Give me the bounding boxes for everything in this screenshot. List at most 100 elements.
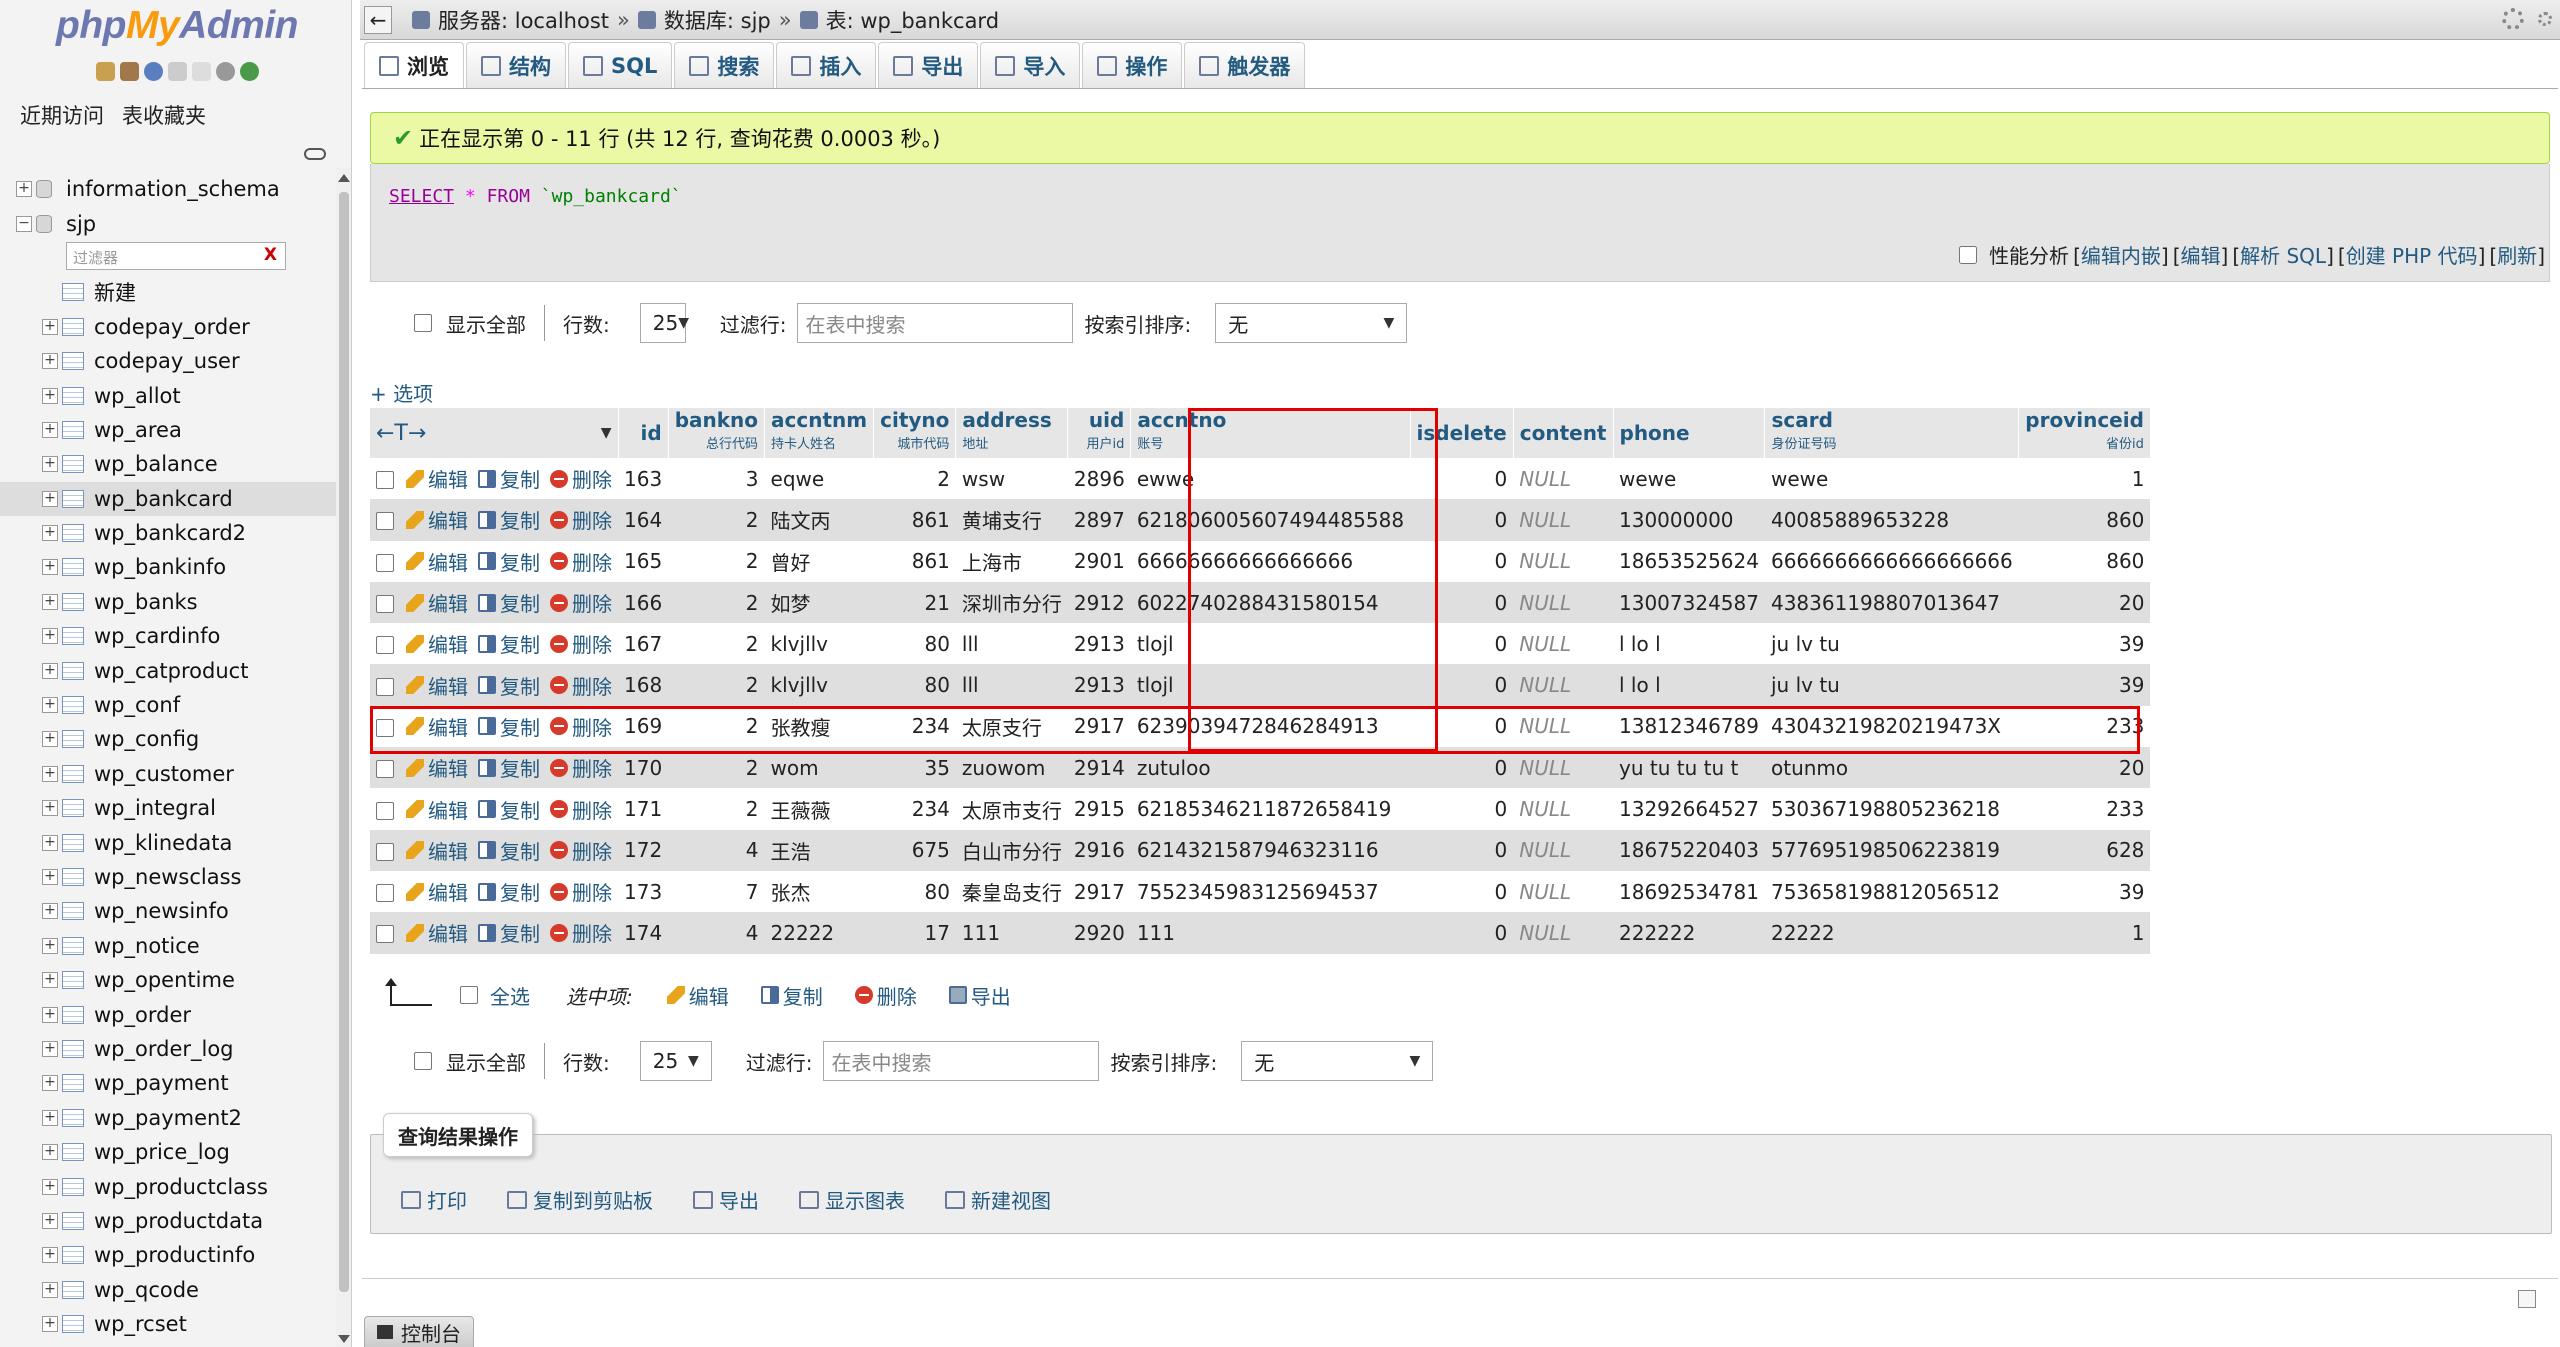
cell-uid[interactable]: 2915 — [1067, 788, 1131, 830]
cell-address[interactable]: lll — [955, 664, 1068, 706]
cell-address[interactable]: wsw — [955, 458, 1068, 500]
cell-id[interactable]: 173 — [618, 870, 669, 913]
cell-bankno[interactable]: 2 — [668, 788, 765, 830]
tree-label[interactable]: wp_qcode — [94, 1278, 199, 1302]
sql-link-1[interactable]: 编辑 — [2181, 244, 2221, 268]
cell-scard[interactable]: 530367198805236218 — [1764, 788, 2019, 830]
profiling-checkbox[interactable] — [1959, 245, 1978, 264]
tree-db-sjp[interactable]: − sjp — [0, 206, 336, 240]
bulk-delete-button[interactable]: 删除 — [854, 981, 917, 1010]
delete-row-button[interactable]: 删除 — [550, 547, 612, 576]
edit-row-button[interactable]: 编辑 — [406, 505, 468, 534]
row-checkbox[interactable] — [376, 595, 394, 614]
collapse-nav-button[interactable]: ← — [364, 5, 392, 34]
tree-label[interactable]: wp_customer — [94, 762, 234, 786]
bulk-copy-button[interactable]: 复制 — [760, 981, 823, 1010]
cell-uid[interactable]: 2917 — [1067, 870, 1131, 913]
cell-address[interactable]: 秦皇岛支行 — [955, 870, 1068, 913]
export-link[interactable]: 导出 — [693, 1185, 759, 1214]
cell-address[interactable]: 黄埔支行 — [955, 499, 1068, 541]
cell-bankno[interactable]: 2 — [668, 499, 765, 541]
cell-id[interactable]: 171 — [618, 788, 669, 830]
cell-address[interactable]: 太原支行 — [955, 705, 1068, 748]
expand-icon[interactable]: + — [42, 903, 58, 920]
cell-cityno[interactable]: 21 — [873, 581, 956, 624]
cell-isdelete[interactable]: 0 — [1410, 623, 1514, 665]
cell-phone[interactable]: 18675220403 — [1613, 829, 1765, 871]
settings-icon[interactable] — [216, 62, 235, 81]
link-icon[interactable] — [304, 148, 326, 160]
tree-table-wp-bankcard2[interactable]: + wp_bankcard2 — [0, 516, 336, 550]
sql-link-0[interactable]: 编辑内嵌 — [2081, 244, 2161, 268]
cell-cityno[interactable]: 80 — [873, 870, 956, 913]
row-checkbox[interactable] — [376, 636, 394, 655]
cell-phone[interactable]: 13292664527 — [1613, 788, 1765, 830]
delete-row-button[interactable]: 删除 — [550, 918, 612, 947]
cell-scard[interactable]: 577695198506223819 — [1764, 829, 2019, 871]
cell-accntnm[interactable]: wom — [764, 747, 874, 789]
sort-select-bottom[interactable]: 无 ▼ — [1241, 1041, 1434, 1081]
column-header-accntnm[interactable]: accntnm 持卡人姓名 — [764, 408, 875, 458]
cell-id[interactable]: 165 — [618, 540, 669, 582]
tree-table-wp-productclass[interactable]: + wp_productclass — [0, 1169, 336, 1203]
cell-accntnm[interactable]: eqwe — [764, 458, 874, 500]
cell-phone[interactable]: 222222 — [1613, 912, 1765, 954]
cell-address[interactable]: 太原市支行 — [955, 788, 1068, 830]
expand-icon[interactable]: + — [42, 869, 58, 885]
cell-bankno[interactable]: 4 — [668, 912, 765, 954]
column-name[interactable]: accntno — [1137, 408, 1226, 432]
phpmyadmin-logo[interactable]: phpMyAdmin — [56, 4, 298, 48]
tree-label[interactable]: wp_payment — [94, 1071, 229, 1095]
cell-isdelete[interactable]: 0 — [1410, 581, 1514, 624]
tree-table-wp-productdata[interactable]: + wp_productdata — [0, 1204, 336, 1238]
cell-cityno[interactable]: 80 — [873, 664, 956, 706]
copy-row-button[interactable]: 复制 — [478, 547, 540, 576]
tree-table-wp-payment[interactable]: + wp_payment — [0, 1066, 336, 1100]
edit-row-button[interactable]: 编辑 — [406, 712, 468, 741]
rows-select-bottom[interactable]: 25 ▼ — [639, 1041, 712, 1081]
row-checkbox[interactable] — [376, 553, 394, 572]
cell-accntnm[interactable]: 如梦 — [764, 581, 874, 624]
cell-address[interactable]: 111 — [955, 912, 1068, 954]
cell-uid[interactable]: 2901 — [1067, 540, 1131, 582]
cell-uid[interactable]: 2916 — [1067, 829, 1131, 871]
settings-gear-icon[interactable] — [2502, 8, 2524, 30]
cell-uid[interactable]: 2912 — [1067, 581, 1131, 624]
tree-label[interactable]: information_schema — [66, 177, 280, 201]
cell-address[interactable]: lll — [955, 623, 1068, 665]
cell-id[interactable]: 167 — [618, 623, 669, 665]
delete-row-button[interactable]: 删除 — [550, 795, 612, 824]
expand-icon[interactable]: + — [42, 765, 58, 782]
cell-cityno[interactable]: 234 — [873, 788, 956, 830]
edit-row-button[interactable]: 编辑 — [406, 918, 468, 947]
cell-scard[interactable]: wewe — [1764, 458, 2019, 500]
column-name[interactable]: uid — [1089, 408, 1124, 432]
tree-table-wp-banks[interactable]: + wp_banks — [0, 585, 336, 619]
cell-phone[interactable]: 13007324587 — [1613, 581, 1765, 624]
expand-icon[interactable]: + — [42, 387, 58, 404]
scroll-thumb[interactable] — [339, 192, 349, 1292]
cell-phone[interactable]: 18653525624 — [1613, 540, 1765, 582]
cell-isdelete[interactable]: 0 — [1410, 747, 1514, 789]
cell-cityno[interactable]: 861 — [873, 499, 956, 541]
tab-export[interactable]: 导出 — [878, 42, 979, 88]
copy-row-button[interactable]: 复制 — [478, 505, 540, 534]
cell-accntnm[interactable]: 22222 — [764, 912, 874, 954]
column-header-cityno[interactable]: cityno 城市代码 — [873, 408, 957, 458]
print-link[interactable]: 打印 — [401, 1185, 467, 1214]
delete-row-button[interactable]: 删除 — [550, 629, 612, 658]
tree-label[interactable]: wp_cardinfo — [94, 624, 220, 648]
cell-content[interactable]: NULL — [1513, 499, 1613, 541]
cell-address[interactable]: zuowom — [955, 747, 1068, 789]
cell-bankno[interactable]: 4 — [668, 829, 765, 871]
cell-bankno[interactable]: 2 — [668, 623, 765, 665]
expand-icon[interactable]: + — [42, 318, 58, 335]
cell-content[interactable]: NULL — [1513, 581, 1613, 624]
row-checkbox[interactable] — [376, 801, 394, 820]
column-header-provinceid[interactable]: provinceid 省份id — [2018, 408, 2151, 458]
cell-scard[interactable]: 40085889653228 — [1764, 499, 2019, 541]
cell-id[interactable]: 168 — [618, 664, 669, 706]
tree-label[interactable]: wp_newsinfo — [94, 899, 229, 923]
edit-row-button[interactable]: 编辑 — [406, 753, 468, 782]
row-checkbox[interactable] — [376, 471, 394, 490]
